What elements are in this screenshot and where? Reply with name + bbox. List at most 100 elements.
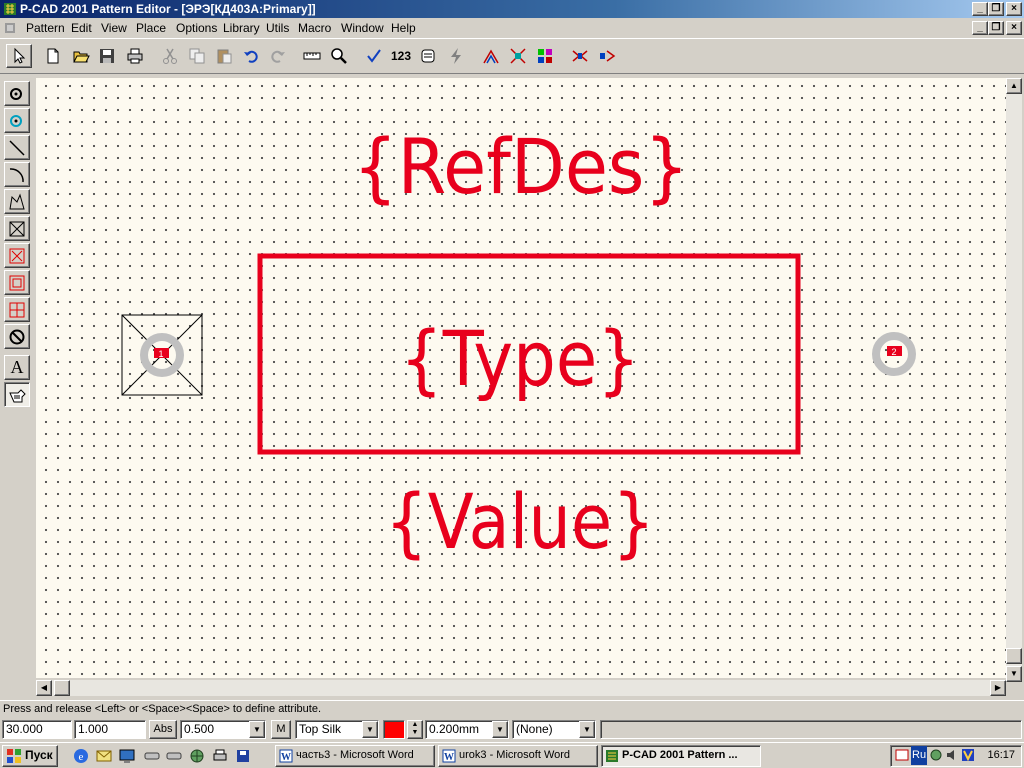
task-word-chast3[interactable]: W часть3 - Microsoft Word	[275, 745, 435, 767]
vias-button[interactable]	[532, 44, 558, 68]
drive-2-icon[interactable]	[165, 747, 183, 765]
drive-icon[interactable]	[143, 747, 161, 765]
close-button[interactable]: ×	[1006, 2, 1022, 16]
net-dropdown-icon[interactable]: ▼	[579, 721, 595, 738]
place-no-connect-tool[interactable]	[4, 324, 30, 349]
layer-color-swatch[interactable]	[383, 720, 405, 739]
swap-button[interactable]	[594, 44, 620, 68]
start-button[interactable]: Пуск	[2, 745, 58, 767]
doc-minimize-button[interactable]: _	[972, 21, 988, 35]
line-width-select[interactable]: 0.200mm ▼	[425, 720, 509, 739]
pad-1[interactable]: 1	[121, 314, 203, 396]
y-coordinate-field[interactable]: 1.000	[74, 720, 146, 739]
menu-help[interactable]: Help	[391, 21, 416, 35]
menu-window[interactable]: Window	[341, 21, 384, 35]
internet-explorer-icon[interactable]: e	[72, 747, 90, 765]
pattern-wizard-button[interactable]	[415, 44, 441, 68]
drc-button[interactable]	[443, 44, 469, 68]
menu-options[interactable]: Options	[176, 21, 217, 35]
layer-spin-button[interactable]: ▲ ▼	[407, 720, 423, 739]
layer-dropdown-icon[interactable]: ▼	[362, 721, 378, 738]
menu-edit[interactable]: Edit	[71, 21, 92, 35]
place-pad-tool[interactable]	[4, 81, 30, 106]
place-copper-pour-tool[interactable]	[4, 216, 30, 241]
doc-close-button[interactable]: ×	[1006, 21, 1022, 35]
menu-view[interactable]: View	[101, 21, 127, 35]
pad-2[interactable]: 2	[872, 332, 916, 376]
outlook-express-icon[interactable]	[95, 747, 113, 765]
antivirus-icon[interactable]	[961, 748, 975, 762]
place-attribute-tool[interactable]	[4, 382, 30, 407]
scroll-thumb-vertical[interactable]	[1006, 648, 1022, 664]
place-text-tool[interactable]: A	[4, 355, 30, 380]
pads-button[interactable]	[505, 44, 531, 68]
copy-button[interactable]	[184, 44, 210, 68]
attributes-button[interactable]	[567, 44, 593, 68]
layer-select[interactable]: Top Silk ▼	[295, 720, 379, 739]
menu-utils[interactable]: Utils	[266, 21, 289, 35]
task-word-urok3[interactable]: W urok3 - Microsoft Word	[438, 745, 598, 767]
pcad-app-icon[interactable]	[3, 2, 17, 16]
renumber-button[interactable]: 123	[388, 44, 414, 68]
scroll-up-button[interactable]: ▲	[1006, 78, 1022, 94]
place-via-tool[interactable]	[4, 108, 30, 133]
scroll-left-button[interactable]: ◀	[36, 680, 52, 696]
refdes-attribute[interactable]: {RefDes}	[353, 122, 689, 211]
place-line-tool[interactable]	[4, 135, 30, 160]
measure-button[interactable]	[299, 44, 325, 68]
menu-macro[interactable]: Macro	[298, 21, 331, 35]
grid-select[interactable]: 0.500 ▼	[180, 720, 266, 739]
design-canvas[interactable]: 1 2 {RefDes} {Type} {Value}	[36, 78, 1006, 678]
print-button[interactable]	[122, 44, 148, 68]
place-point-tool[interactable]	[4, 297, 30, 322]
document-icon[interactable]	[3, 21, 17, 35]
type-attribute[interactable]: {Type}	[400, 314, 640, 403]
menu-place[interactable]: Place	[136, 21, 166, 35]
save-button[interactable]	[94, 44, 120, 68]
abs-button[interactable]: Abs	[149, 720, 177, 739]
paste-button[interactable]	[211, 44, 237, 68]
x-coordinate-field[interactable]: 30.000	[2, 720, 72, 739]
net-select[interactable]: (None) ▼	[512, 720, 596, 739]
minimize-button[interactable]: _	[972, 2, 988, 16]
place-arc-tool[interactable]	[4, 162, 30, 187]
scroll-down-button[interactable]: ▼	[1006, 666, 1022, 682]
open-button[interactable]	[68, 44, 94, 68]
restore-button[interactable]: ❐	[988, 2, 1004, 16]
horizontal-scrollbar[interactable]: ◀ ▶	[36, 680, 1006, 696]
task-label: urok3 - Microsoft Word	[459, 749, 571, 761]
volume-icon[interactable]	[945, 748, 959, 762]
layers-button[interactable]	[478, 44, 504, 68]
scroll-right-button[interactable]: ▶	[990, 680, 1006, 696]
tray-app-icon[interactable]	[895, 748, 909, 762]
doc-restore-button[interactable]: ❐	[988, 21, 1004, 35]
place-polygon-tool[interactable]	[4, 189, 30, 214]
line-width-dropdown-icon[interactable]: ▼	[492, 721, 508, 738]
desktop-icon[interactable]	[118, 747, 136, 765]
scroll-thumb-horizontal[interactable]	[54, 680, 70, 696]
metric-button[interactable]: M	[271, 720, 291, 739]
redo-button[interactable]	[265, 44, 291, 68]
new-button[interactable]	[40, 44, 66, 68]
place-cutout-tool[interactable]	[4, 243, 30, 268]
vertical-scrollbar[interactable]: ▲ ▼	[1006, 78, 1022, 682]
cut-button[interactable]	[157, 44, 183, 68]
gear-tray-icon[interactable]	[929, 748, 943, 762]
status-panel	[600, 720, 1022, 739]
printer-tray-icon[interactable]	[211, 747, 229, 765]
printer-icon	[127, 48, 143, 64]
menu-library[interactable]: Library	[223, 21, 260, 35]
place-keepout-tool[interactable]	[4, 270, 30, 295]
network-icon[interactable]	[188, 747, 206, 765]
undo-button[interactable]	[238, 44, 264, 68]
zoom-button[interactable]	[326, 44, 352, 68]
grid-dropdown-icon[interactable]: ▼	[249, 721, 265, 738]
menu-pattern[interactable]: Pattern	[26, 21, 65, 35]
language-indicator[interactable]: Ru	[911, 746, 928, 765]
pattern-drawing[interactable]: 1 2 {RefDes} {Type} {Value}	[36, 78, 1006, 678]
task-pcad[interactable]: P-CAD 2001 Pattern ...	[601, 745, 761, 767]
save-tray-icon[interactable]	[234, 747, 252, 765]
check-button[interactable]	[361, 44, 387, 68]
select-button[interactable]	[6, 44, 32, 68]
value-attribute[interactable]: {Value}	[385, 477, 655, 566]
